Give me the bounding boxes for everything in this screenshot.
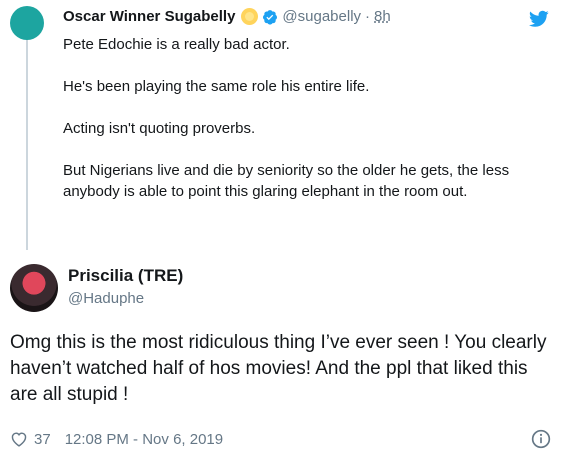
avatar[interactable]: [10, 6, 44, 40]
parent-paragraph: Pete Edochie is a really bad actor.: [63, 36, 290, 53]
sun-face-emoji-icon: [241, 8, 259, 25]
info-icon[interactable]: [531, 429, 551, 449]
parent-tweet-header: Oscar Winner Sugabelly @sugabelly · 8h: [63, 8, 391, 25]
parent-paragraph: He's been playing the same role his enti…: [63, 78, 370, 95]
reply-display-name[interactable]: Priscilia (TRE): [68, 266, 183, 286]
avatar[interactable]: [10, 264, 58, 312]
thread-line: [26, 36, 28, 250]
separator-dot: ·: [365, 8, 371, 25]
tweet-footer: 37 12:08 PM - Nov 6, 2019: [10, 428, 551, 450]
parent-paragraph: Acting isn't quoting proverbs.: [63, 120, 256, 137]
twitter-bird-icon[interactable]: [529, 10, 549, 28]
heart-icon[interactable]: [10, 431, 28, 447]
like-count: 37: [34, 430, 51, 448]
parent-handle[interactable]: @sugabelly: [282, 8, 361, 25]
reply-handle[interactable]: @Haduphe: [68, 290, 144, 307]
parent-timestamp[interactable]: 8h: [374, 8, 391, 25]
parent-display-name[interactable]: Oscar Winner Sugabelly: [63, 8, 235, 25]
tweet-timestamp[interactable]: 12:08 PM - Nov 6, 2019: [65, 431, 223, 448]
parent-tweet-text: Pete Edochie is a really bad actor. He's…: [63, 34, 549, 202]
reply-tweet-text: Omg this is the most ridiculous thing I’…: [10, 332, 547, 405]
verified-badge-icon: [263, 9, 278, 24]
parent-paragraph: But Nigerians live and die by seniority …: [63, 162, 510, 200]
